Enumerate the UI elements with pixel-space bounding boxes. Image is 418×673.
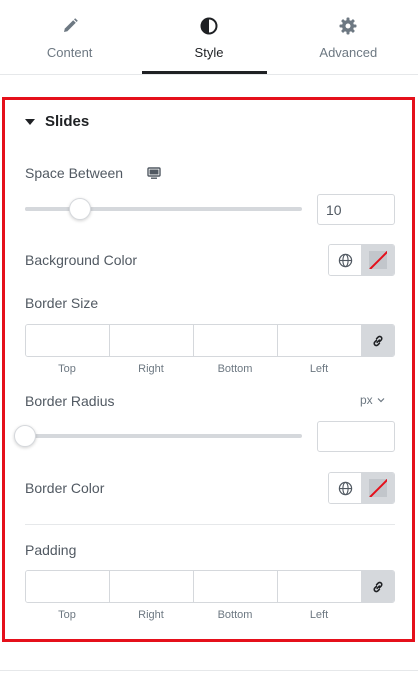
border-color-control [328, 472, 395, 504]
section-title: Slides [45, 113, 90, 130]
border-color-label: Border Color [25, 480, 105, 496]
active-tab-indicator [142, 71, 267, 74]
tab-advanced[interactable]: Advanced [279, 0, 418, 74]
padding-top-input[interactable] [26, 571, 110, 602]
border-radius-label: Border Radius [25, 393, 115, 409]
space-between-label: Space Between [25, 165, 124, 181]
border-size-dimensions [25, 324, 395, 357]
globe-icon [338, 253, 352, 267]
border-size-right-input[interactable] [110, 325, 194, 356]
globe-icon [338, 481, 352, 495]
dim-label-left: Left [309, 609, 329, 621]
tab-advanced-label: Advanced [319, 45, 378, 60]
border-size-label: Border Size [25, 295, 99, 311]
panel-bottom-border [0, 670, 418, 671]
section-divider [25, 524, 395, 525]
padding-label: Padding [25, 542, 77, 558]
tab-style-label: Style [194, 45, 224, 60]
border-color-swatch[interactable] [362, 473, 394, 503]
border-size-top-input[interactable] [26, 325, 110, 356]
dim-label-top: Top [58, 363, 76, 375]
panel-tabs: Content Style Advanced [0, 0, 418, 75]
dim-label-left: Left [309, 363, 329, 375]
space-between-slider-track[interactable] [25, 207, 302, 211]
border-size-link-button[interactable] [362, 325, 394, 356]
link-icon [373, 581, 383, 592]
tab-content-label: Content [46, 45, 93, 60]
background-color-swatch[interactable] [362, 245, 394, 275]
empty-color-icon [369, 479, 387, 497]
padding-field-labels: Top Right Bottom Left [25, 609, 361, 621]
link-icon [373, 335, 383, 346]
border-radius-input[interactable] [317, 421, 395, 452]
unit-value: px [360, 393, 373, 407]
global-colors-button[interactable] [329, 245, 362, 275]
border-size-field-labels: Top Right Bottom Left [25, 363, 361, 375]
border-radius-unit-select[interactable]: px [360, 393, 385, 407]
border-radius-slider-track[interactable] [25, 434, 302, 438]
padding-left-input[interactable] [278, 571, 362, 602]
dim-label-top: Top [58, 609, 76, 621]
empty-color-icon [369, 251, 387, 269]
gear-icon [339, 17, 357, 35]
background-color-control [328, 244, 395, 276]
background-color-label: Background Color [25, 252, 138, 268]
border-size-bottom-input[interactable] [194, 325, 278, 356]
half-circle-icon [200, 17, 218, 35]
border-size-left-input[interactable] [278, 325, 362, 356]
padding-dimensions [25, 570, 395, 603]
section-header-slides[interactable]: Slides [25, 113, 89, 130]
tab-content[interactable]: Content [0, 0, 139, 74]
dim-label-bottom: Bottom [217, 609, 253, 621]
pencil-icon [63, 18, 78, 32]
padding-bottom-input[interactable] [194, 571, 278, 602]
tab-style[interactable]: Style [139, 0, 278, 74]
desktop-icon[interactable] [147, 166, 161, 180]
dim-label-right: Right [138, 363, 164, 375]
caret-down-icon [25, 118, 35, 125]
chevron-down-icon [377, 398, 385, 403]
global-colors-button[interactable] [329, 473, 362, 503]
padding-right-input[interactable] [110, 571, 194, 602]
space-between-input[interactable] [317, 194, 395, 225]
border-radius-slider-handle[interactable] [14, 425, 36, 447]
dim-label-right: Right [138, 609, 164, 621]
dim-label-bottom: Bottom [217, 363, 253, 375]
padding-link-button[interactable] [362, 571, 394, 602]
